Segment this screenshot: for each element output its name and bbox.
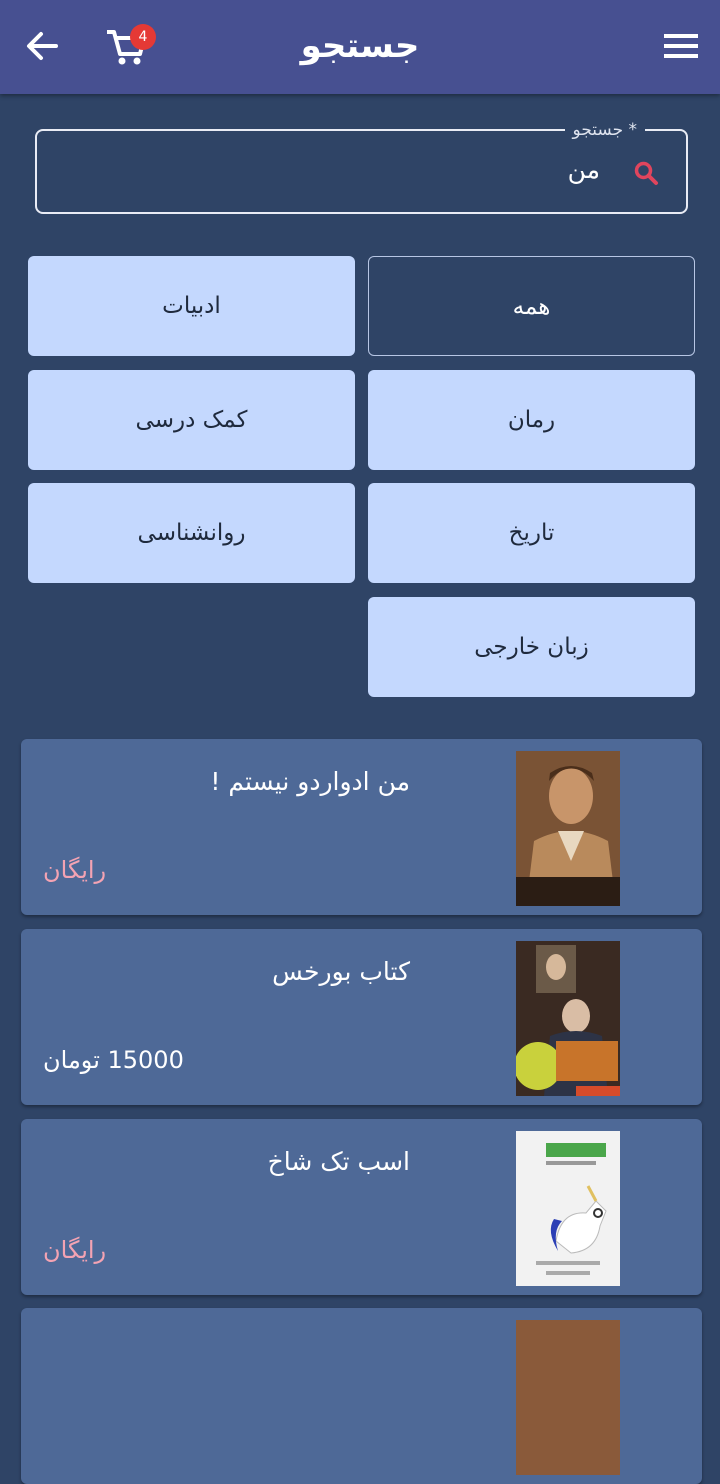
book-cover-image xyxy=(516,941,620,1096)
category-literature[interactable]: ادبیات xyxy=(28,256,355,356)
book-cover-image xyxy=(516,751,620,906)
book-price: رایگان xyxy=(43,856,107,884)
category-study-aid[interactable]: کمک درسی xyxy=(28,370,355,470)
search-label: جستجو * xyxy=(564,118,645,142)
category-history[interactable]: تاریخ xyxy=(368,483,695,583)
search-icon[interactable] xyxy=(633,160,659,186)
app-bar: 4 جستجو xyxy=(0,0,720,94)
category-foreign-language[interactable]: زبان خارجی xyxy=(368,597,695,697)
search-input[interactable]: من xyxy=(568,152,600,188)
book-card[interactable]: اسب تک شاخ رایگان xyxy=(21,1119,702,1295)
book-card[interactable]: کتاب بورخس 15000 تومان xyxy=(21,929,702,1105)
book-title: کتاب بورخس xyxy=(272,957,410,986)
book-title: اسب تک شاخ xyxy=(267,1147,410,1176)
category-all[interactable]: همه xyxy=(368,256,695,356)
book-price: 15000 تومان xyxy=(43,1046,184,1074)
book-cover-image xyxy=(516,1320,620,1475)
hamburger-menu-icon[interactable] xyxy=(662,30,700,62)
book-card[interactable]: من ادواردو نیستم ! رایگان xyxy=(21,739,702,915)
book-price: رایگان xyxy=(43,1236,107,1264)
book-cover-image xyxy=(516,1131,620,1286)
book-card[interactable] xyxy=(21,1308,702,1484)
category-psychology[interactable]: روانشناسی xyxy=(28,483,355,583)
category-novel[interactable]: رمان xyxy=(368,370,695,470)
book-title: من ادواردو نیستم ! xyxy=(210,767,410,796)
page-title: جستجو xyxy=(300,26,420,66)
